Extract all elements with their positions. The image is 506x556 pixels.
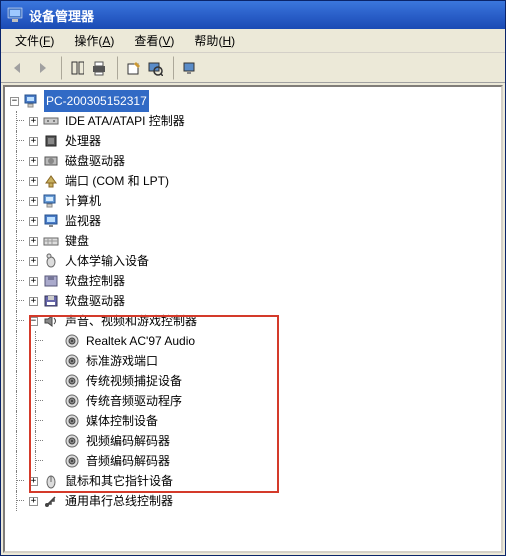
tree-node-label[interactable]: 键盘 (63, 230, 91, 252)
tree-node-label[interactable]: 计算机 (63, 190, 103, 212)
scan-hardware-button[interactable] (143, 56, 167, 80)
properties-button[interactable] (117, 56, 141, 80)
titlebar: 设备管理器 (1, 1, 505, 29)
expander-icon[interactable]: + (29, 117, 38, 126)
tree-node-cat9[interactable]: + 软盘驱动器 (7, 291, 499, 311)
tree-node-label[interactable]: IDE ATA/ATAPI 控制器 (63, 110, 187, 132)
tree-node-cat10[interactable]: − 声音、视频和游戏控制器 (7, 311, 499, 331)
floppy-icon (43, 293, 59, 309)
audio-icon (64, 433, 80, 449)
toolbar (1, 53, 505, 83)
tree-node-label[interactable]: 音频编码解码器 (84, 450, 172, 472)
tree-node-label[interactable]: PC-200305152317 (44, 90, 149, 112)
tree-node-label[interactable]: 磁盘驱动器 (63, 150, 127, 172)
tree-node-cat10-ch4[interactable]: 媒体控制设备 (7, 411, 499, 431)
device-tree: − PC-200305152317 + IDE ATA/ATAPI 控制器 + 处理器 + 磁… (7, 91, 499, 511)
tree-panel[interactable]: − PC-200305152317 + IDE ATA/ATAPI 控制器 + 处理器 + 磁… (3, 85, 503, 553)
hid-icon (43, 253, 59, 269)
tree-node-label[interactable]: 传统视频捕捉设备 (84, 370, 184, 392)
computer-cat-icon (43, 193, 59, 209)
cpu-icon (43, 133, 59, 149)
expander-icon[interactable]: + (29, 157, 38, 166)
computer-icon (24, 93, 40, 109)
audio-icon (64, 453, 80, 469)
expander-icon[interactable]: + (29, 297, 38, 306)
expander-icon[interactable]: + (29, 197, 38, 206)
tree-node-label[interactable]: Realtek AC'97 Audio (84, 330, 197, 352)
tree-node-cat5[interactable]: + 监视器 (7, 211, 499, 231)
tree-node-cat10-ch3[interactable]: 传统音频驱动程序 (7, 391, 499, 411)
expander-icon[interactable]: − (10, 97, 19, 106)
audio-icon (64, 333, 80, 349)
tree-node-cat8[interactable]: + 软盘控制器 (7, 271, 499, 291)
tree-node-label[interactable]: 人体学输入设备 (63, 250, 151, 272)
tree-node-label[interactable]: 视频编码解码器 (84, 430, 172, 452)
port-icon (43, 173, 59, 189)
audio-icon (64, 413, 80, 429)
monitor-icon (43, 213, 59, 229)
audio-icon (64, 373, 80, 389)
uninstall-button[interactable] (173, 56, 197, 80)
tree-node-label[interactable]: 监视器 (63, 210, 103, 232)
expander-icon[interactable]: + (29, 277, 38, 286)
tree-node-label[interactable]: 软盘控制器 (63, 270, 127, 292)
audio-icon (64, 393, 80, 409)
usb-icon (43, 493, 59, 509)
menu-action[interactable]: 操作(A) (64, 30, 124, 51)
tree-node-label[interactable]: 通用串行总线控制器 (63, 490, 175, 512)
expander-icon[interactable]: + (29, 137, 38, 146)
tree-node-cat6[interactable]: + 键盘 (7, 231, 499, 251)
tree-node-cat4[interactable]: + 计算机 (7, 191, 499, 211)
print-button[interactable] (87, 56, 111, 80)
tree-node-label[interactable]: 声音、视频和游戏控制器 (63, 310, 199, 332)
tree-node-cat12[interactable]: + 通用串行总线控制器 (7, 491, 499, 511)
expander-icon[interactable]: + (29, 217, 38, 226)
menu-view[interactable]: 查看(V) (124, 30, 184, 51)
tree-node-cat0[interactable]: + IDE ATA/ATAPI 控制器 (7, 111, 499, 131)
tree-node-label[interactable]: 媒体控制设备 (84, 410, 160, 432)
expander-icon[interactable]: − (29, 317, 38, 326)
forward-button[interactable] (31, 56, 55, 80)
mouse-icon (43, 473, 59, 489)
show-hide-console-button[interactable] (61, 56, 85, 80)
audio-icon (64, 353, 80, 369)
tree-node-cat10-ch2[interactable]: 传统视频捕捉设备 (7, 371, 499, 391)
keyboard-icon (43, 233, 59, 249)
tree-node-label[interactable]: 标准游戏端口 (84, 350, 160, 372)
tree-node-label[interactable]: 端口 (COM 和 LPT) (63, 170, 171, 192)
tree-node-cat10-ch6[interactable]: 音频编码解码器 (7, 451, 499, 471)
expander-icon[interactable]: + (29, 497, 38, 506)
sound-icon (43, 313, 59, 329)
tree-node-label[interactable]: 处理器 (63, 130, 103, 152)
tree-node-cat7[interactable]: + 人体学输入设备 (7, 251, 499, 271)
back-button[interactable] (5, 56, 29, 80)
expander-icon[interactable]: + (29, 237, 38, 246)
tree-node-root[interactable]: − PC-200305152317 (7, 91, 499, 111)
menubar: 文件(F) 操作(A) 查看(V) 帮助(H) (1, 29, 505, 53)
tree-node-cat3[interactable]: + 端口 (COM 和 LPT) (7, 171, 499, 191)
tree-node-cat10-ch1[interactable]: 标准游戏端口 (7, 351, 499, 371)
floppyctl-icon (43, 273, 59, 289)
tree-node-label[interactable]: 软盘驱动器 (63, 290, 127, 312)
menu-help[interactable]: 帮助(H) (184, 30, 245, 51)
tree-node-cat11[interactable]: + 鼠标和其它指针设备 (7, 471, 499, 491)
expander-icon[interactable]: + (29, 477, 38, 486)
device-manager-window: 设备管理器 文件(F) 操作(A) 查看(V) 帮助(H) −PC-200305 (0, 0, 506, 556)
tree-node-cat10-ch5[interactable]: 视频编码解码器 (7, 431, 499, 451)
ide-icon (43, 113, 59, 129)
app-icon (7, 7, 23, 23)
window-title: 设备管理器 (29, 6, 94, 25)
expander-icon[interactable]: + (29, 177, 38, 186)
tree-node-label[interactable]: 鼠标和其它指针设备 (63, 470, 175, 492)
tree-node-cat10-ch0[interactable]: Realtek AC'97 Audio (7, 331, 499, 351)
expander-icon[interactable]: + (29, 257, 38, 266)
disk-icon (43, 153, 59, 169)
tree-node-cat1[interactable]: + 处理器 (7, 131, 499, 151)
tree-node-cat2[interactable]: + 磁盘驱动器 (7, 151, 499, 171)
menu-file[interactable]: 文件(F) (5, 30, 64, 51)
tree-node-label[interactable]: 传统音频驱动程序 (84, 390, 184, 412)
